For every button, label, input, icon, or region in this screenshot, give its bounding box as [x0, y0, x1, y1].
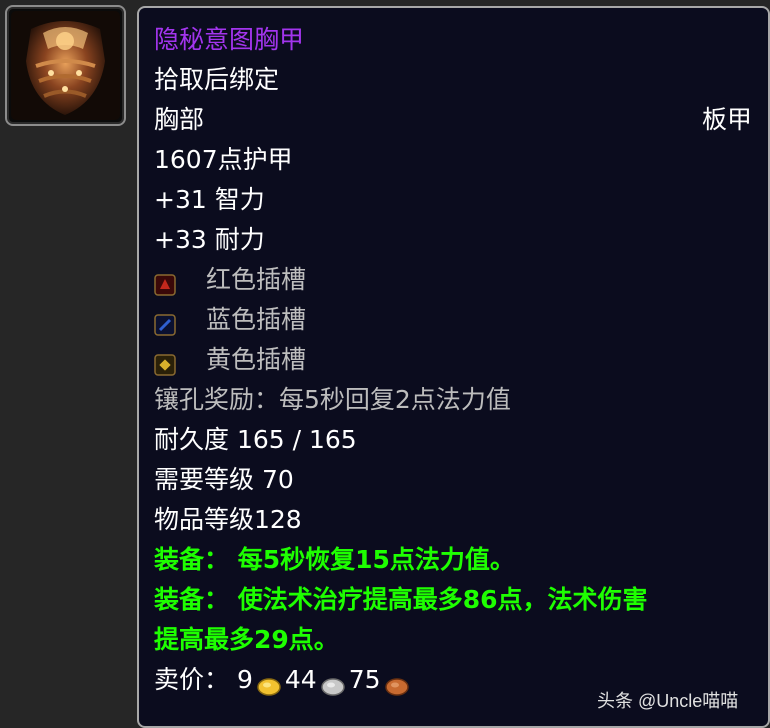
socket-blue: 蓝色插槽 [154, 300, 752, 340]
socket-bonus: 镶孔奖励：每5秒回复2点法力值 [154, 385, 511, 414]
blue-socket-icon [154, 308, 176, 336]
copper-coin-icon [384, 669, 409, 696]
equip-effect-mana-regen: 装备： 每5秒恢复15点法力值。 [154, 545, 515, 574]
slot-label: 胸部 [154, 105, 205, 134]
required-level: 需要等级 70 [154, 465, 294, 494]
sell-silver: 44 [284, 665, 317, 694]
socket-red-label: 红色插槽 [206, 265, 307, 294]
stat-intellect: +31 智力 [154, 185, 265, 214]
item-icon-frame[interactable] [5, 5, 126, 126]
socket-blue-label: 蓝色插槽 [206, 305, 307, 334]
sell-gold: 9 [236, 665, 253, 694]
red-socket-icon [154, 268, 176, 296]
socket-red: 红色插槽 [154, 260, 752, 300]
sell-copper: 75 [348, 665, 381, 694]
socket-yellow: 黄色插槽 [154, 340, 752, 380]
silver-coin-icon [320, 669, 345, 696]
yellow-socket-icon [154, 348, 176, 376]
item-tooltip: 隐秘意图胸甲 拾取后绑定 胸部 板甲 1607点护甲 +31 智力 +33 耐力… [137, 6, 770, 728]
item-level: 物品等级128 [154, 505, 302, 534]
watermark: 头条 @Uncle喵喵 [597, 691, 739, 711]
armor-value: 1607点护甲 [154, 145, 293, 174]
armor-type: 板甲 [701, 105, 752, 134]
chest-armor-icon [11, 11, 120, 120]
sell-label: 卖价： [154, 665, 230, 694]
gold-coin-icon [257, 669, 281, 696]
socket-yellow-label: 黄色插槽 [206, 345, 307, 374]
item-name: 隐秘意图胸甲 [154, 25, 305, 54]
durability: 耐久度 165 / 165 [154, 425, 357, 454]
stat-stamina: +33 耐力 [154, 225, 265, 254]
bind-type: 拾取后绑定 [154, 65, 280, 94]
equip-effect-spell-power-line1: 装备： 使法术治疗提高最多86点，法术伤害 [154, 585, 648, 614]
slot-row: 胸部 板甲 [154, 100, 752, 140]
equip-effect-spell-power-line2: 提高最多29点。 [154, 625, 339, 654]
